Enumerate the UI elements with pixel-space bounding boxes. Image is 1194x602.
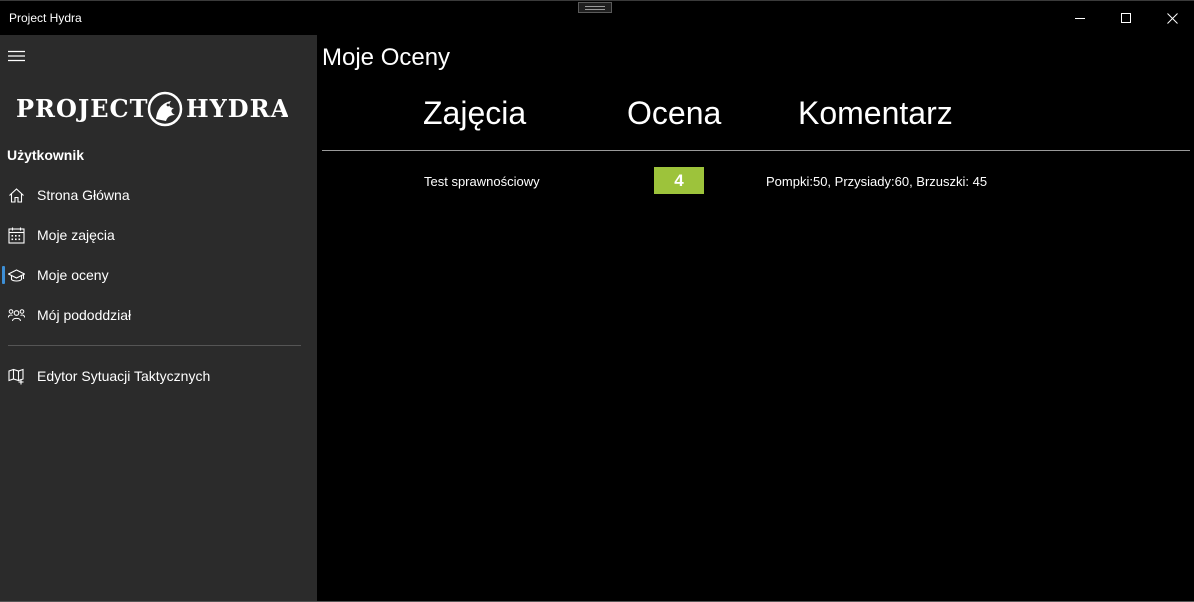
hamburger-menu-icon[interactable] (8, 50, 25, 62)
column-header-comment: Komentarz (798, 95, 953, 131)
nav-item-tactical-editor[interactable]: Edytor Sytuacji Taktycznych (0, 356, 317, 396)
maximize-button[interactable] (1103, 1, 1149, 35)
people-icon (8, 309, 25, 322)
nav-item-home[interactable]: Strona Główna (0, 175, 317, 215)
project-hydra-logo: PROJECT HYDRA (16, 91, 288, 127)
nav-item-classes[interactable]: Moje zajęcia (0, 215, 317, 255)
map-icon (8, 368, 24, 385)
window-title: Project Hydra (9, 11, 82, 25)
graduation-cap-icon (8, 269, 25, 282)
nav-item-label: Mój pododdział (37, 307, 132, 323)
app-window: Project Hydra PROJECT HYDRA Użytkownik S… (0, 0, 1194, 602)
page-title: Moje Oceny (322, 44, 451, 71)
svg-text:HYDRA: HYDRA (186, 94, 288, 123)
nav-item-unit[interactable]: Mój pododdział (0, 295, 317, 335)
nav-item-label: Edytor Sytuacji Taktycznych (37, 368, 211, 384)
selection-indicator (2, 266, 5, 284)
header-divider (322, 150, 1190, 151)
maximize-icon (1120, 12, 1131, 23)
cell-comment: Pompki:50, Przysiady:60, Brzuszki: 45 (766, 174, 988, 189)
drag-handle-icon[interactable] (578, 2, 612, 13)
close-button[interactable] (1149, 1, 1194, 35)
svg-text:PROJECT: PROJECT (16, 94, 149, 123)
nav-item-label: Strona Główna (37, 187, 130, 203)
nav-item-grades[interactable]: Moje oceny (0, 255, 317, 295)
calendar-icon (8, 227, 25, 244)
title-bar[interactable]: Project Hydra (0, 1, 1194, 35)
nav-item-label: Moje zajęcia (37, 227, 115, 243)
cell-subject: Test sprawnościowy (424, 174, 540, 189)
home-icon (9, 188, 24, 203)
minimize-button[interactable] (1057, 1, 1103, 35)
main-content: Moje Oceny Zajęcia Ocena Komentarz Test … (317, 35, 1194, 602)
section-header-user: Użytkownik (7, 147, 85, 163)
nav-item-label: Moje oceny (37, 267, 109, 283)
minimize-icon (1074, 17, 1085, 19)
column-header-grade: Ocena (627, 95, 722, 131)
grade-badge: 4 (654, 167, 704, 194)
navigation-pane: PROJECT HYDRA Użytkownik Strona Główna M… (0, 35, 317, 602)
nav-divider (8, 345, 301, 346)
column-header-subject: Zajęcia (423, 95, 527, 131)
close-icon (1166, 12, 1178, 24)
